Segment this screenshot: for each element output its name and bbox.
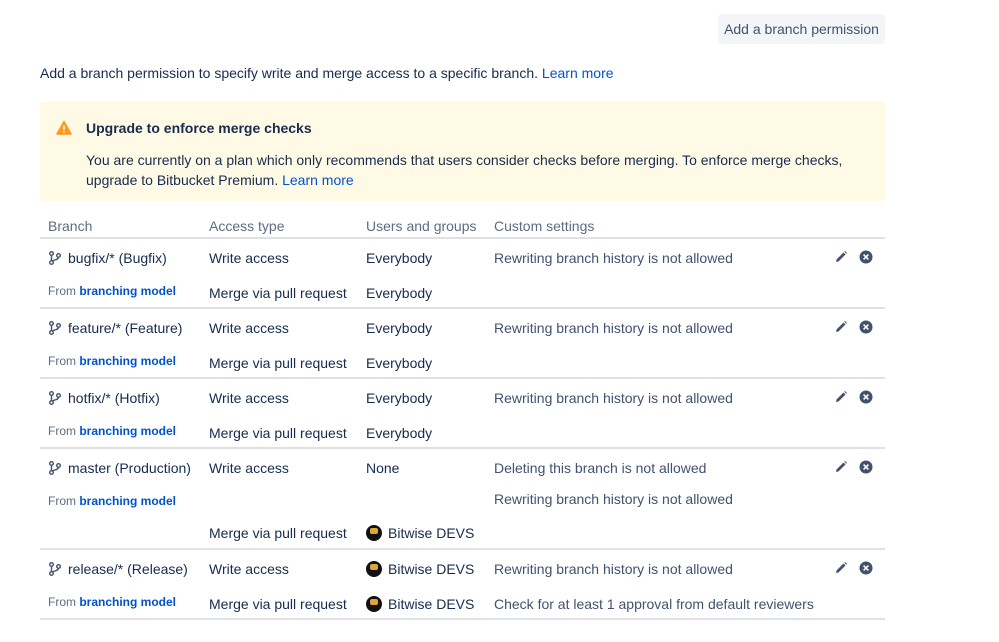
- access-type: Write access: [209, 561, 289, 577]
- users-groups: Bitwise DEVS: [366, 596, 474, 612]
- banner-learn-more-link[interactable]: Learn more: [282, 172, 354, 188]
- group-name: Bitwise DEVS: [388, 561, 475, 577]
- branch-name: feature/* (Feature): [68, 320, 183, 336]
- table-row: bugfix/* (Bugfix) From branching model W…: [40, 239, 885, 309]
- branch-icon: [49, 321, 61, 335]
- users-groups: Bitwise DEVS: [366, 525, 474, 541]
- custom-setting: Rewriting branch history is not allowed: [494, 491, 733, 507]
- branching-model-link[interactable]: branching model: [79, 494, 176, 508]
- column-branch: Branch: [48, 218, 93, 234]
- from-label: From: [48, 424, 76, 438]
- intro-learn-more-link[interactable]: Learn more: [542, 65, 614, 81]
- branching-model-link[interactable]: branching model: [79, 284, 176, 298]
- users-groups: Everybody: [366, 285, 433, 301]
- custom-setting: Check for at least 1 approval from defau…: [494, 596, 814, 612]
- edit-icon[interactable]: [834, 390, 848, 404]
- delete-icon[interactable]: [859, 250, 873, 264]
- branch-name: master (Production): [68, 460, 191, 476]
- from-label: From: [48, 595, 76, 609]
- branching-model-link[interactable]: branching model: [79, 424, 176, 438]
- branch-source: From branching model: [48, 595, 176, 609]
- warning-icon: [56, 120, 72, 135]
- branch-name: bugfix/* (Bugfix): [68, 250, 167, 266]
- access-type: Merge via pull request: [209, 596, 347, 612]
- group-avatar: [366, 561, 382, 577]
- edit-icon[interactable]: [834, 250, 848, 264]
- custom-setting: Rewriting branch history is not allowed: [494, 561, 733, 577]
- users-groups: Everybody: [366, 250, 433, 266]
- access-type: Write access: [209, 460, 289, 476]
- branch-source: From branching model: [48, 284, 176, 298]
- delete-icon[interactable]: [859, 390, 873, 404]
- edit-icon[interactable]: [834, 561, 848, 575]
- banner-description: You are currently on a plan which only r…: [86, 152, 843, 188]
- column-access-type: Access type: [209, 218, 285, 234]
- access-type: Write access: [209, 250, 289, 266]
- delete-icon[interactable]: [859, 460, 873, 474]
- branch-source: From branching model: [48, 494, 176, 508]
- branch-icon: [49, 251, 61, 265]
- custom-setting: Rewriting branch history is not allowed: [494, 250, 733, 266]
- branch-icon: [49, 562, 61, 576]
- access-type: Merge via pull request: [209, 425, 347, 441]
- column-users-groups: Users and groups: [366, 218, 477, 234]
- users-groups: Everybody: [366, 355, 433, 371]
- access-type: Write access: [209, 390, 289, 406]
- users-groups: None: [366, 460, 400, 476]
- access-type: Write access: [209, 320, 289, 336]
- branch-permissions-table: Branch Access type Users and groups Cust…: [40, 214, 885, 620]
- branch-source: From branching model: [48, 424, 176, 438]
- from-label: From: [48, 354, 76, 368]
- group-avatar: [366, 596, 382, 612]
- access-type: Merge via pull request: [209, 525, 347, 541]
- banner-body: You are currently on a plan which only r…: [86, 150, 876, 190]
- from-label: From: [48, 494, 76, 508]
- branching-model-link[interactable]: branching model: [79, 595, 176, 609]
- table-row: hotfix/* (Hotfix) From branching model W…: [40, 379, 885, 449]
- add-branch-permission-button[interactable]: Add a branch permission: [718, 14, 885, 44]
- table-row: feature/* (Feature) From branching model…: [40, 309, 885, 379]
- group-avatar: [366, 525, 382, 541]
- access-type: Merge via pull request: [209, 285, 347, 301]
- users-groups: Bitwise DEVS: [366, 561, 474, 577]
- access-type: Merge via pull request: [209, 355, 347, 371]
- branch-source: From branching model: [48, 354, 176, 368]
- branch-name: release/* (Release): [68, 561, 188, 577]
- group-name: Bitwise DEVS: [388, 596, 475, 612]
- custom-setting: Rewriting branch history is not allowed: [494, 390, 733, 406]
- banner-title: Upgrade to enforce merge checks: [86, 120, 312, 136]
- table-header: Branch Access type Users and groups Cust…: [40, 214, 885, 239]
- branch-name: hotfix/* (Hotfix): [68, 390, 160, 406]
- branching-model-link[interactable]: branching model: [79, 354, 176, 368]
- edit-icon[interactable]: [834, 320, 848, 334]
- branch-icon: [49, 391, 61, 405]
- users-groups: Everybody: [366, 320, 433, 336]
- table-row: release/* (Release) From branching model…: [40, 550, 885, 620]
- group-name: Bitwise DEVS: [388, 525, 475, 541]
- custom-setting: Rewriting branch history is not allowed: [494, 320, 733, 336]
- delete-icon[interactable]: [859, 320, 873, 334]
- users-groups: Everybody: [366, 425, 433, 441]
- delete-icon[interactable]: [859, 561, 873, 575]
- branch-icon: [49, 461, 61, 475]
- edit-icon[interactable]: [834, 460, 848, 474]
- intro-description: Add a branch permission to specify write…: [40, 65, 542, 81]
- from-label: From: [48, 284, 76, 298]
- upgrade-banner: Upgrade to enforce merge checks You are …: [40, 102, 885, 201]
- intro-text: Add a branch permission to specify write…: [40, 65, 614, 81]
- column-custom-settings: Custom settings: [494, 218, 595, 234]
- users-groups: Everybody: [366, 390, 433, 406]
- table-row: master (Production) From branching model…: [40, 449, 885, 550]
- custom-setting: Deleting this branch is not allowed: [494, 460, 707, 476]
